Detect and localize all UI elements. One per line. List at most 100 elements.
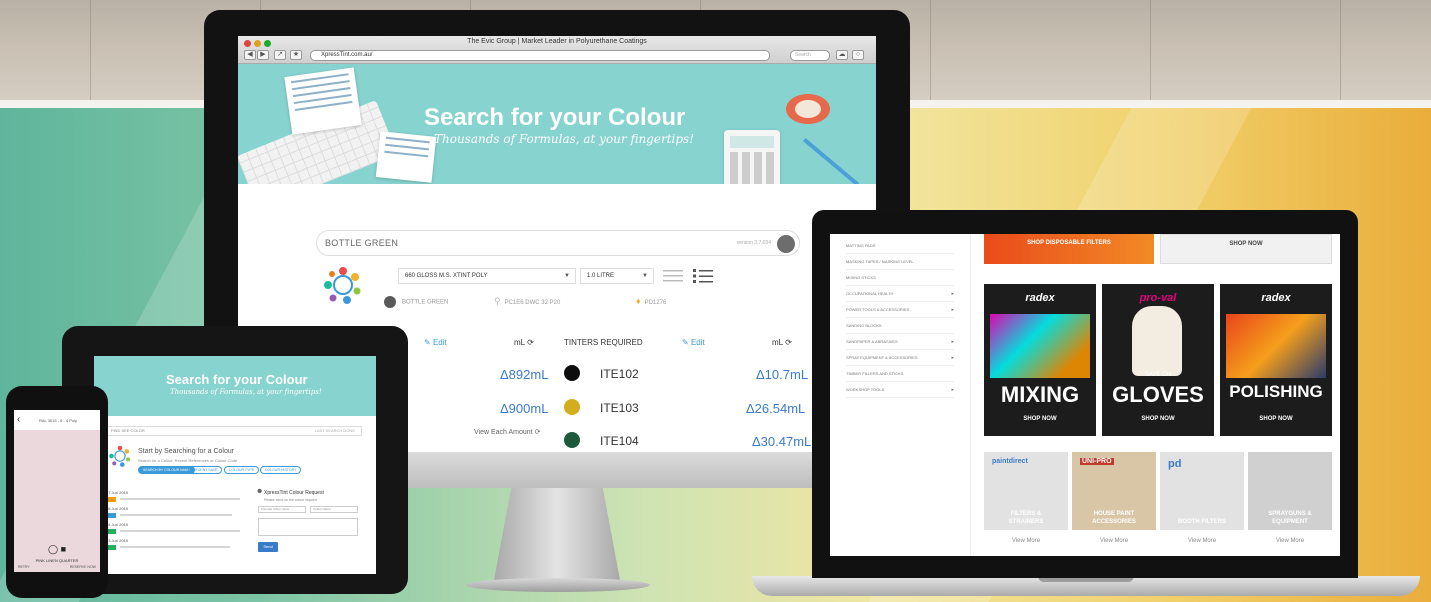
iphone-colour-label: PINK LINEN QUARTER bbox=[35, 558, 79, 563]
bottle-icon[interactable]: ◯ bbox=[48, 544, 58, 554]
sidebar-category[interactable]: OCCUPATIONAL HEALTH ▸ bbox=[846, 286, 954, 302]
ipad-hero-banner: Search for your Colour Thousands of Form… bbox=[94, 356, 376, 416]
category-logo: UNI-PRO bbox=[1080, 458, 1114, 465]
category-filters-strainers[interactable]: paintdirect FILTERS & STRAINERS bbox=[984, 452, 1068, 530]
ipad-formula-field[interactable]: Formula colour name bbox=[258, 506, 306, 513]
ipad-logo-icon bbox=[109, 445, 130, 467]
ipad-pill-button[interactable]: COLOUR TYPE bbox=[224, 466, 260, 474]
polishing-promo-tile[interactable]: radex POLISHING SHOP NOW bbox=[1220, 284, 1332, 436]
tinter-colour-dot bbox=[564, 399, 580, 415]
iphone-reserve-link[interactable]: RESERVE NOW bbox=[70, 565, 96, 569]
ipad-activity-date: 24 Jun 2015 bbox=[106, 522, 129, 527]
browser-toolbar: The Evic Group | Market Leader in Polyur… bbox=[238, 36, 876, 64]
iphone-title: RAL 3015 - 6 - 4 Poly bbox=[38, 418, 78, 423]
colour-reference-row: ♦ PD1276 bbox=[636, 296, 666, 306]
sidebar-category[interactable]: WORKSHOP TOOLS ▸ bbox=[846, 382, 954, 398]
search-icon[interactable] bbox=[777, 235, 795, 253]
tile-brand: radex bbox=[1025, 292, 1055, 304]
browser-search-input[interactable]: Search bbox=[790, 50, 830, 61]
back-chevron-icon[interactable]: ‹ bbox=[17, 414, 20, 425]
lightbulb-icon: ⚲ bbox=[494, 296, 501, 306]
ipad-colour-name-field[interactable]: Colour Name bbox=[310, 506, 358, 513]
back-icon[interactable]: ◀ bbox=[244, 50, 256, 60]
tinter-amount: Δ10.7mL bbox=[756, 367, 809, 382]
sidebar-category[interactable]: SPRAY EQUIPMENT & ACCESSORIES ▸ bbox=[846, 350, 954, 366]
tile-shop-now: SHOP NOW bbox=[1259, 416, 1293, 422]
colour-swatch-icon bbox=[384, 296, 396, 308]
view-each-amount-link[interactable]: View Each Amount ⟳ bbox=[474, 428, 540, 436]
hero-banner: Search for your Colour Thousands of Form… bbox=[238, 64, 876, 184]
ipad-pill-button[interactable]: RECENT SAVE bbox=[188, 466, 223, 474]
shop-now-banner[interactable]: SHOP NOW bbox=[1160, 234, 1332, 264]
sidebar-category[interactable]: MATTING PADS bbox=[846, 238, 954, 254]
edit-left-label: Edit bbox=[432, 338, 447, 347]
view-more-link[interactable]: View More bbox=[1160, 538, 1244, 544]
ipad-activity-text bbox=[120, 546, 230, 548]
imac-foot bbox=[466, 578, 650, 592]
sidebar-category[interactable]: POWER TOOLS & ACCESSORIES ▸ bbox=[846, 302, 954, 318]
bookmark-icon[interactable]: ★ bbox=[290, 50, 302, 60]
hero-title: Search for your Colour bbox=[424, 104, 686, 131]
pencil-illustration bbox=[802, 137, 860, 184]
iphone-retry-link[interactable]: RETRY bbox=[18, 565, 30, 569]
ml-right-toggle[interactable]: mL ⟳ bbox=[772, 338, 792, 347]
ipad-activity-text bbox=[120, 514, 232, 516]
cloud-icon[interactable]: ☁ bbox=[836, 50, 848, 60]
ipad-hero-title: Search for your Colour bbox=[166, 372, 308, 387]
view-more-link[interactable]: View More bbox=[984, 538, 1068, 544]
document-illustration bbox=[284, 67, 362, 135]
mixing-promo-tile[interactable]: radex MIXING SHOP NOW bbox=[984, 284, 1096, 436]
category-logo: pd bbox=[1168, 458, 1182, 470]
tinter-amount: Δ30.47mL bbox=[752, 434, 812, 449]
chevron-right-icon: ▸ bbox=[951, 339, 954, 345]
edit-right-label: Edit bbox=[690, 338, 705, 347]
chevron-down-icon: ▼ bbox=[564, 273, 570, 279]
disposable-filters-banner[interactable]: SHOP DISPOSABLE FILTERS bbox=[984, 234, 1154, 264]
ipad-search-input[interactable]: FIND SEE COLOR LAST SEARCH DONE bbox=[106, 426, 362, 436]
refresh-icon: ⟳ bbox=[534, 429, 541, 436]
gloves-promo-tile[interactable]: pro-val SAVE ON GLOVES SHOP NOW bbox=[1102, 284, 1214, 436]
detail-view-icon[interactable] bbox=[692, 268, 714, 284]
ipad-heading-sub: Search for a Colour, Recent References o… bbox=[138, 458, 238, 463]
edit-left-link[interactable]: ✎ Edit bbox=[424, 338, 447, 347]
sidebar-category[interactable]: MIXING STICKS bbox=[846, 270, 954, 286]
reader-icon[interactable]: ○ bbox=[852, 50, 864, 60]
category-sprayguns-equipment[interactable]: SPRAYGUNS & EQUIPMENT bbox=[1248, 452, 1332, 530]
ipad-screen: Search for your Colour Thousands of Form… bbox=[94, 356, 376, 574]
ipad-activity-text bbox=[120, 530, 240, 532]
sidebar-category[interactable]: SANDPAPER & ABRASIVES ▸ bbox=[846, 334, 954, 350]
ipad-pill-button[interactable]: SEARCH BY COLOUR NAME bbox=[138, 466, 196, 474]
ml-left-label: mL bbox=[514, 338, 525, 347]
colour-search-input[interactable]: BOTTLE GREEN version 3.7.034 bbox=[316, 230, 800, 256]
view-more-link[interactable]: View More bbox=[1072, 538, 1156, 544]
ipad-activity-date: 26 Jun 2015 bbox=[106, 506, 129, 511]
tile-brand: pro-val bbox=[1139, 292, 1177, 304]
share-icon[interactable]: ↗ bbox=[274, 50, 286, 60]
category-booth-filters[interactable]: pd BOOTH FILTERS bbox=[1160, 452, 1244, 530]
edit-right-link[interactable]: ✎ Edit bbox=[682, 338, 705, 347]
ipad-send-button[interactable]: Send bbox=[258, 542, 278, 552]
list-view-icon[interactable] bbox=[662, 268, 684, 284]
base-amount-2: Δ900mL bbox=[500, 401, 549, 416]
sidebar-category[interactable]: SANDING BLOCKS bbox=[846, 318, 954, 334]
hero-subtitle: Thousands of Formulas, at your fingertip… bbox=[434, 132, 695, 146]
tinter-code: ITE103 bbox=[600, 401, 639, 415]
ipad-form-subtitle: Please send us the colour request bbox=[264, 498, 317, 502]
calculator-illustration bbox=[724, 130, 780, 184]
product-select[interactable]: 660 GLOSS M.S. XTINT POLY ▼ bbox=[398, 268, 576, 284]
ipad-message-field[interactable] bbox=[258, 518, 358, 536]
category-house-paint-accessories[interactable]: UNI-PRO HOUSE PAINT ACCESSORIES bbox=[1072, 452, 1156, 530]
size-select[interactable]: 1.0 LITRE ▼ bbox=[580, 268, 654, 284]
colour-code-row: ⚲ PC1E6 DWC 32 P20 bbox=[494, 296, 560, 307]
view-more-link[interactable]: View More bbox=[1248, 538, 1332, 544]
can-icon[interactable]: ■ bbox=[61, 544, 66, 554]
tinter-code: ITE104 bbox=[600, 434, 639, 448]
address-bar[interactable]: XpressTint.com.au/ bbox=[310, 50, 770, 61]
sidebar-category[interactable]: MASKING TAPES / MASKING LEVEL bbox=[846, 254, 954, 270]
xpresstint-logo-icon bbox=[324, 267, 361, 304]
ml-left-toggle[interactable]: mL ⟳ bbox=[514, 338, 534, 347]
category-logo: paintdirect bbox=[992, 458, 1028, 465]
forward-icon[interactable]: ▶ bbox=[257, 50, 269, 60]
sidebar-category[interactable]: TIMBER FILLERS AND STICKS bbox=[846, 366, 954, 382]
ipad-pill-button[interactable]: COLOUR HISTORY bbox=[260, 466, 302, 474]
